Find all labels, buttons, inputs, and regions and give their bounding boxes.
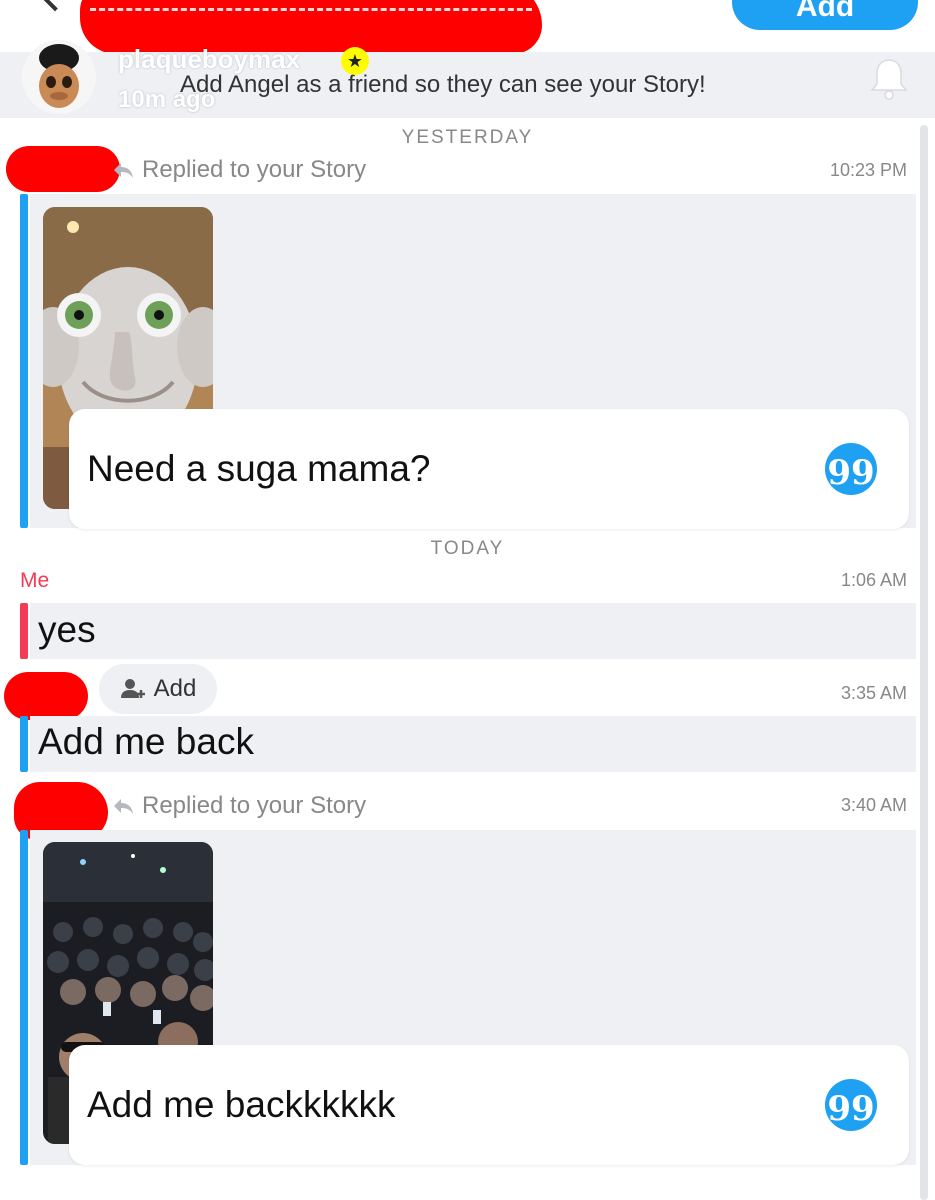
star-icon: ★ (341, 47, 369, 75)
add-sender-button[interactable]: Add (99, 664, 217, 714)
reply-message-text: Add me backkkkkk (87, 1084, 396, 1125)
message-bar-blue (20, 716, 28, 772)
profile-time-ago: 10m ago (118, 86, 216, 113)
reply-text-card[interactable]: Need a suga mama? 99 (69, 409, 909, 529)
reply-label-text: Replied to your Story (142, 792, 367, 819)
banner-text: Add Angel as a friend so they can see yo… (180, 71, 706, 98)
reply-message-text: Need a suga mama? (87, 448, 431, 489)
day-separator-yesterday: YESTERDAY (401, 127, 534, 148)
profile-username[interactable]: plaqueboymax (118, 44, 300, 75)
day-separator-today: TODAY (430, 538, 505, 559)
reply-arrow-icon (114, 799, 133, 814)
bell-icon[interactable] (868, 56, 910, 100)
message-timestamp: 3:35 AM (840, 683, 907, 703)
message-text: Add me back (38, 721, 254, 762)
reply-label-text: Replied to your Story (142, 156, 367, 183)
message-bar-blue (20, 194, 28, 528)
replied-to-story-label: Replied to your Story (112, 792, 366, 820)
redacted-sender (6, 146, 120, 192)
reply-text-card[interactable]: Add me backkkkkk 99 (69, 1045, 909, 1165)
add-friend-button-label: Add (795, 0, 855, 23)
add-user-icon (120, 679, 145, 698)
message-bar-red (20, 603, 28, 659)
scrollbar[interactable] (920, 125, 928, 1200)
add-friend-button[interactable]: Add (732, 0, 918, 30)
reply-arrow-icon (114, 163, 133, 178)
message-timestamp: 3:40 AM (840, 795, 907, 815)
replied-to-story-label: Replied to your Story (112, 156, 366, 184)
message-timestamp: 1:06 AM (840, 570, 907, 590)
add-sender-label: Add (153, 675, 197, 702)
quote-icon[interactable]: 99 (825, 1079, 877, 1131)
sender-me-label: Me (20, 569, 50, 592)
message-text: yes (38, 609, 96, 650)
redacted-sender (4, 672, 88, 720)
message-timestamp: 10:23 PM (829, 160, 907, 180)
message-bar-blue (20, 830, 28, 1165)
text-message[interactable] (30, 603, 916, 659)
avatar[interactable] (22, 40, 96, 114)
quote-icon[interactable]: 99 (825, 443, 877, 495)
